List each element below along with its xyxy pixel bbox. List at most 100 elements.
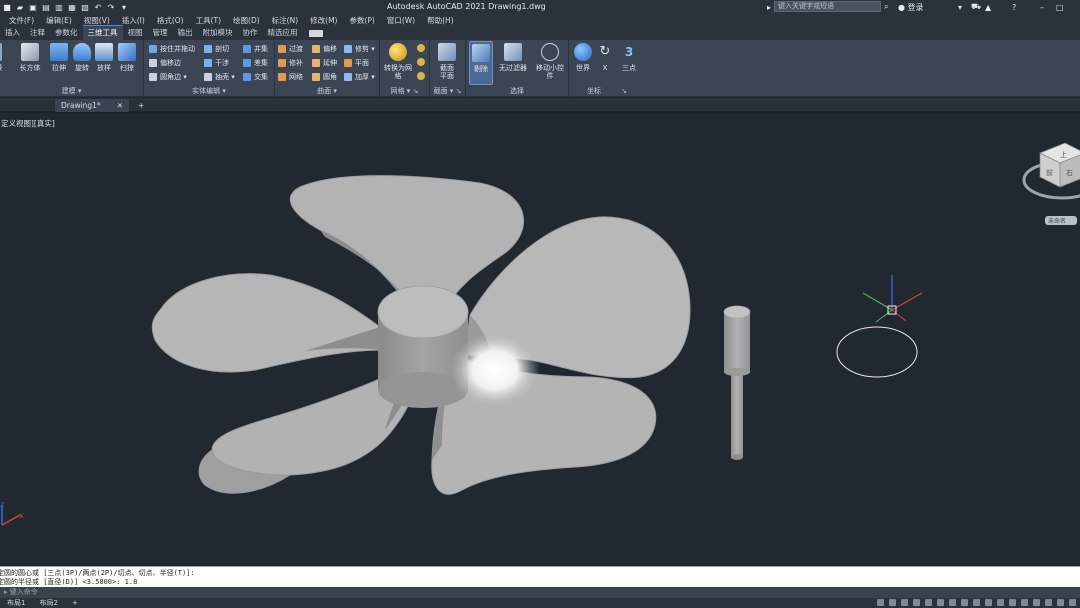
menu-tools[interactable]: 工具(T) (190, 15, 227, 26)
login-button[interactable]: ● 登录 (898, 1, 924, 13)
close-tab-icon[interactable]: ✕ (117, 101, 123, 110)
app-menu-icon[interactable]: ■ (2, 2, 12, 12)
save-icon[interactable]: ▣ (28, 2, 38, 12)
no-filter-button[interactable]: 无过滤器 (499, 43, 527, 72)
customize-icon[interactable] (1069, 599, 1076, 606)
menu-window[interactable]: 窗口(W) (381, 15, 421, 26)
tab-manage[interactable]: 管理 (148, 26, 173, 40)
extrude-button[interactable]: 拉伸 (47, 43, 71, 72)
panel-title-section[interactable]: 截面 ▾ ↘ (430, 86, 465, 96)
plot-icon[interactable]: ▦ (67, 2, 77, 12)
print-icon[interactable]: ▧ (80, 2, 90, 12)
ucs-three-point-button[interactable]: 3 三点 (617, 43, 641, 72)
customize-qat-icon[interactable]: ▾ (119, 2, 129, 12)
undo-icon[interactable]: ↶ (93, 2, 103, 12)
drawing-viewport[interactable]: x z 上 前 右 未命名 [-][自定义视图][真实] (0, 115, 1080, 565)
workspace-icon[interactable] (1009, 599, 1016, 606)
menu-parametric[interactable]: 参数(P) (343, 15, 380, 26)
menu-file[interactable]: 文件(F) (3, 15, 40, 26)
start-tab[interactable]: 开始 (0, 99, 54, 112)
selection-cycling-icon[interactable] (985, 599, 992, 606)
fan-blade-left[interactable] (151, 273, 386, 373)
surface-offset-button[interactable]: 偏移 (312, 43, 337, 54)
intersect-button[interactable]: 交集 (243, 71, 268, 82)
smooth-less-icon[interactable] (417, 72, 425, 80)
clip-button[interactable]: 录 (0, 43, 6, 72)
revolve-button[interactable]: 旋转 (70, 43, 94, 72)
interfere-button[interactable]: 干涉 (204, 57, 229, 68)
box-button[interactable]: 长方体 (18, 43, 42, 72)
annotation-scale-icon[interactable] (997, 599, 1004, 606)
tab-output[interactable]: 输出 (173, 26, 198, 40)
new-layout-icon[interactable]: + (65, 599, 85, 607)
redo-icon[interactable]: ↷ (106, 2, 116, 12)
search-input[interactable]: 键入关键字或短语 (774, 1, 881, 12)
search-icon[interactable]: ⌕ (884, 1, 888, 13)
new-tab-button[interactable]: + (132, 99, 148, 112)
surface-fillet-button[interactable]: 圆角 (312, 71, 337, 82)
search-arrow-icon[interactable]: ▸ (767, 1, 771, 13)
thicken-button[interactable]: 加厚 ▾ (344, 71, 375, 82)
section-plane-button[interactable]: 截面平面 (435, 43, 459, 80)
otrack-icon[interactable] (949, 599, 956, 606)
loft-button[interactable]: 放样 (92, 43, 116, 72)
press-pull-button[interactable]: 按住并拖动 (149, 43, 195, 54)
culling-toggle-button[interactable]: 剔除 (469, 41, 493, 85)
panel-title-surface[interactable]: 曲面 ▾ (275, 86, 379, 96)
polar-icon[interactable] (925, 599, 932, 606)
publish-icon[interactable]: ▥ (54, 2, 64, 12)
slice-button[interactable]: 剖切 (204, 43, 229, 54)
panel-title-coordinates[interactable]: 坐标 ↘ (569, 86, 645, 96)
smooth-object-icon[interactable] (417, 44, 425, 52)
ortho-icon[interactable] (913, 599, 920, 606)
smooth-more-icon[interactable] (417, 58, 425, 66)
viewcube[interactable]: 上 前 右 未命名 (1022, 142, 1080, 225)
tab-insert[interactable]: 插入 (0, 26, 25, 40)
menu-draw[interactable]: 绘图(D) (227, 15, 266, 26)
lineweight-icon[interactable] (961, 599, 968, 606)
extend-button[interactable]: 延伸 (312, 57, 337, 68)
blend-button[interactable]: 过渡 (278, 43, 303, 54)
help-icon[interactable]: ? (1012, 1, 1016, 13)
menu-help[interactable]: 帮助(H) (421, 15, 460, 26)
motor-shaft[interactable] (723, 305, 751, 460)
dropdown-icon[interactable]: ▾ (958, 1, 962, 13)
autodesk-account-icon[interactable]: ▲ (985, 1, 991, 13)
transparency-icon[interactable] (973, 599, 980, 606)
panel-title-modeling[interactable]: 建模 ▾ (0, 86, 143, 96)
layout-tab-1[interactable]: 布局1 (0, 598, 32, 608)
drawn-circle[interactable] (836, 326, 918, 378)
menu-edit[interactable]: 编辑(E) (40, 15, 78, 26)
cart-icon[interactable]: ⛟ (971, 1, 981, 13)
ucs-world-button[interactable]: 世界 (571, 43, 595, 72)
open-icon[interactable]: ▰ (15, 2, 25, 12)
fillet-edge-button[interactable]: 圆角边 ▾ (149, 71, 187, 82)
model-space[interactable]: x z 上 前 右 未命名 (0, 115, 1080, 565)
tab-addins[interactable]: 附加模块 (198, 26, 238, 40)
viewport-controls-label[interactable]: [-][自定义视图][真实] (0, 118, 55, 129)
subtract-button[interactable]: 差集 (243, 57, 268, 68)
maximize-icon[interactable]: □ (1056, 1, 1064, 13)
snap-icon[interactable] (901, 599, 908, 606)
offset-edge-button[interactable]: 偏移边 (149, 57, 181, 68)
menu-modify[interactable]: 修改(M) (304, 15, 343, 26)
save-as-icon[interactable]: ▤ (41, 2, 51, 12)
tab-featured-apps[interactable]: 精选应用 (263, 26, 303, 40)
model-space-icon[interactable] (877, 599, 884, 606)
layout-tab-2[interactable]: 布局2 (32, 598, 64, 608)
patch-button[interactable]: 修补 (278, 57, 303, 68)
network-button[interactable]: 网络 (278, 71, 303, 82)
tab-annotate[interactable]: 注释 (25, 26, 50, 40)
sweep-button[interactable]: 扫掠 (115, 43, 139, 72)
menu-dimension[interactable]: 标注(N) (266, 15, 304, 26)
command-input[interactable]: ▸ 键入命令 (0, 587, 1080, 598)
osnap-icon[interactable] (937, 599, 944, 606)
tab-parametric[interactable]: 参数化 (50, 26, 83, 40)
move-gizmo-button[interactable]: 移动小控件 (536, 43, 564, 80)
units-icon[interactable] (1021, 599, 1028, 606)
trim-button[interactable]: 修剪 ▾ (344, 43, 375, 54)
hardware-accel-icon[interactable] (1045, 599, 1052, 606)
ucs-x-button[interactable]: ↻ X (593, 43, 617, 72)
convert-to-mesh-button[interactable]: 转换为网格 (384, 43, 412, 80)
tab-view[interactable]: 视图 (123, 26, 148, 40)
